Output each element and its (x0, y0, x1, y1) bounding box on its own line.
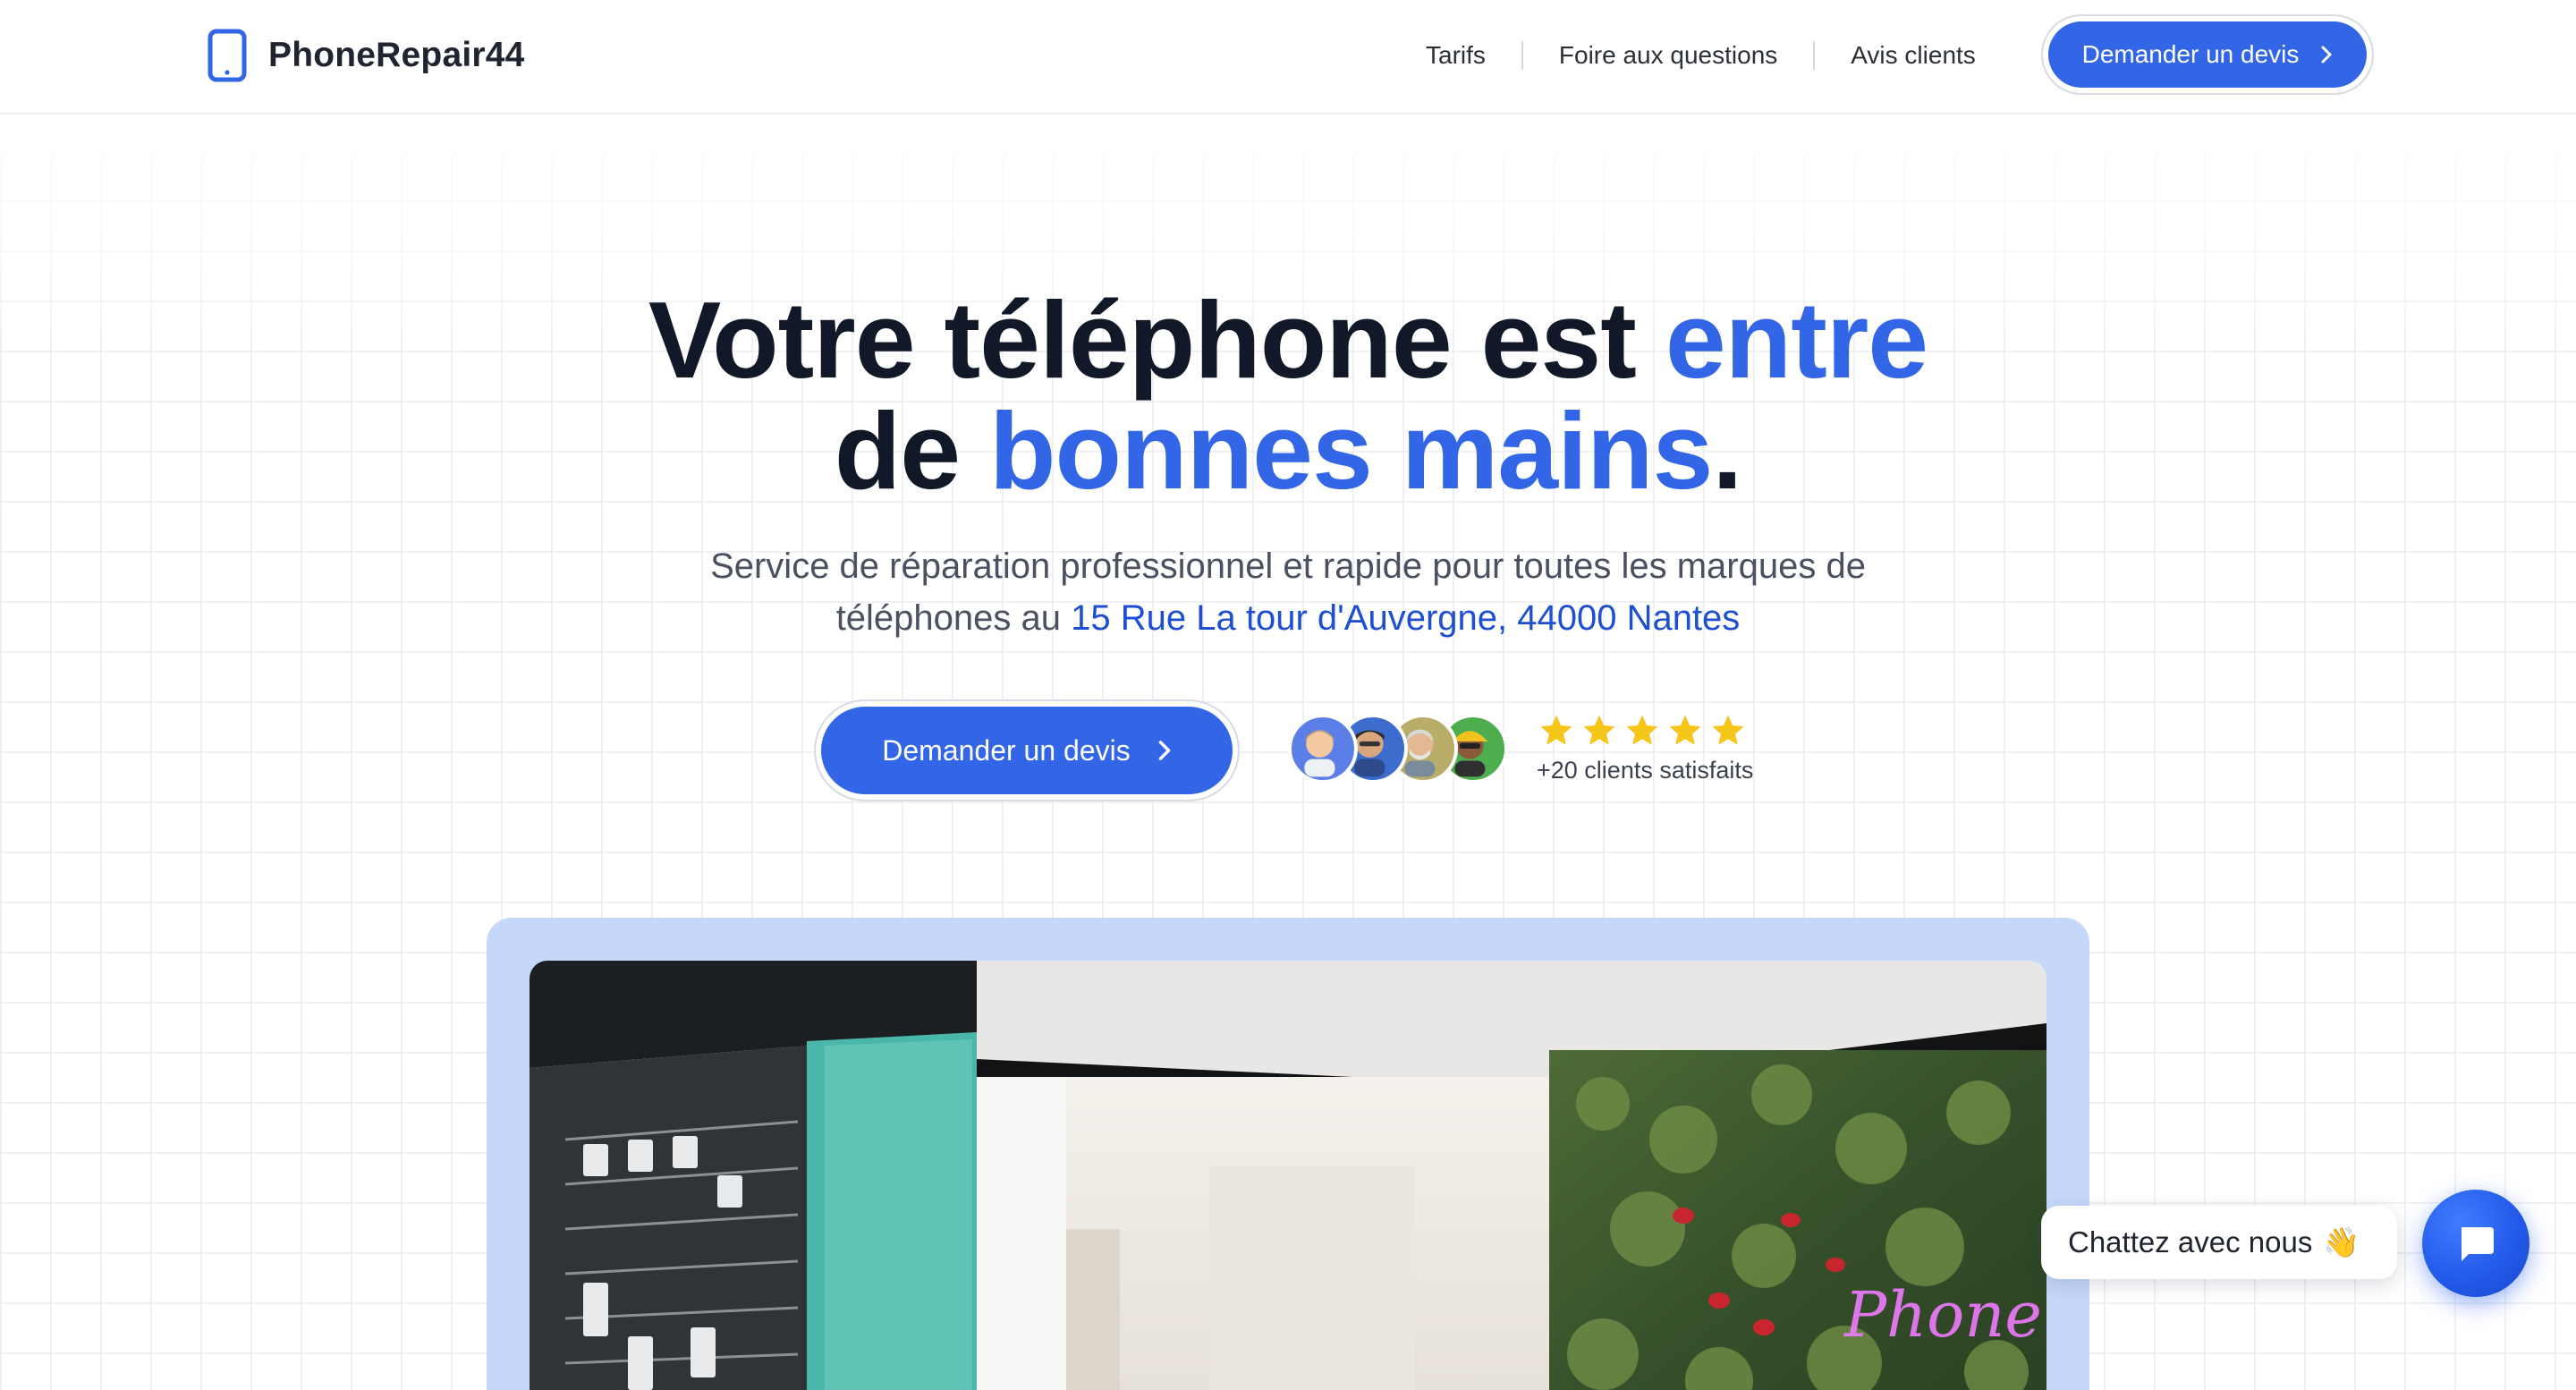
hero-quote-button[interactable]: Demander un devis (821, 707, 1233, 794)
avatar (1288, 714, 1358, 784)
chevron-right-icon (2321, 46, 2332, 64)
chevron-right-icon (1158, 741, 1171, 760)
main-nav: Tarifs Foire aux questions Avis clients (1426, 0, 1976, 111)
shop-showcase: Phone (487, 918, 2089, 1390)
nav-link-reviews[interactable]: Avis clients (1851, 41, 1976, 70)
hero-subtitle-line1: Service de réparation professionnel et r… (710, 547, 1866, 586)
satisfied-customers-label: +20 clients satisfaits (1537, 757, 1754, 784)
star-icon (1669, 715, 1701, 745)
hero-cta-ring: Demander un devis (814, 699, 1240, 801)
hero-title-line2-dark: de (834, 390, 961, 512)
nav-link-tarifs[interactable]: Tarifs (1426, 41, 1486, 70)
nav-divider (1521, 41, 1523, 70)
svg-text:Phone: Phone (1843, 1278, 2042, 1352)
hero-title-line1-dark: Votre téléphone est (648, 279, 1637, 401)
shop-address[interactable]: 15 Rue La tour d'Auvergne, 44000 Nantes (1071, 598, 1740, 638)
rating-stars (1537, 712, 1751, 750)
star-icon (1540, 715, 1572, 745)
hero-subtitle: Service de réparation professionnel et r… (572, 540, 2004, 644)
header-cta-ring: Demander un devis (2041, 14, 2374, 95)
chat-invite-bubble[interactable]: Chattez avec nous 👋 (2041, 1206, 2397, 1279)
waving-hand-icon: 👋 (2323, 1225, 2360, 1259)
chat-invite-text: Chattez avec nous (2068, 1225, 2313, 1259)
chat-icon (2462, 1227, 2494, 1261)
hero-title-period: . (1712, 390, 1742, 512)
hero-title-line2-accent: bonnes mains (989, 390, 1713, 512)
customer-avatars (1288, 714, 1508, 784)
chat-open-button[interactable] (2422, 1190, 2529, 1297)
brand-name: PhoneRepair44 (268, 36, 525, 74)
shop-interior-photo: Phone (530, 961, 2046, 1390)
header-quote-label: Demander un devis (2081, 40, 2300, 68)
star-icon (1626, 715, 1658, 745)
brand-logo[interactable]: PhoneRepair44 (208, 27, 525, 84)
hero-quote-label: Demander un devis (882, 733, 1131, 767)
nav-link-faq[interactable]: Foire aux questions (1559, 41, 1777, 70)
hero-subtitle-prefix: téléphones au (835, 598, 1062, 638)
hero-title: Votre téléphone est entre de bonnes main… (394, 284, 2182, 506)
hero-title-line1-accent: entre (1665, 279, 1928, 401)
star-icon (1583, 715, 1615, 745)
site-header: PhoneRepair44 Tarifs Foire aux questions… (0, 0, 2576, 114)
phone-icon (208, 29, 247, 82)
nav-divider (1813, 41, 1816, 70)
star-icon (1712, 715, 1744, 745)
header-quote-button[interactable]: Demander un devis (2048, 21, 2367, 88)
